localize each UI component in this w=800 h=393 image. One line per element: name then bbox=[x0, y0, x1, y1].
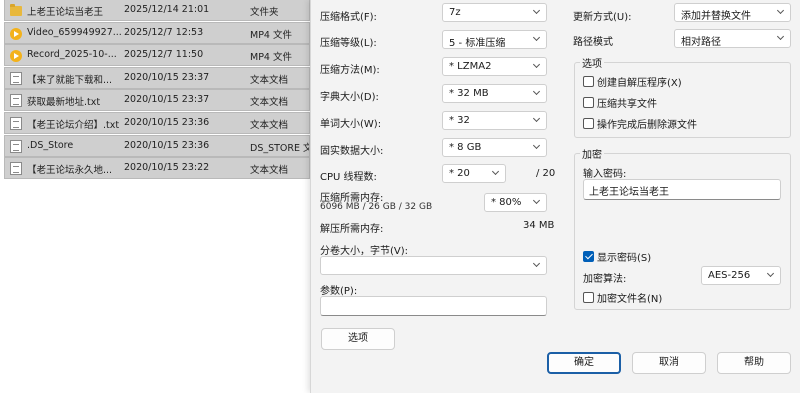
video-file-icon bbox=[10, 50, 22, 63]
path-mode-select[interactable]: 相对路径 bbox=[674, 29, 791, 48]
update-mode-select[interactable]: 添加并替换文件 bbox=[674, 3, 791, 22]
solid-block-size-label: 固实数据大小: bbox=[320, 146, 384, 157]
file-date: 2025/12/7 11:50 bbox=[124, 49, 204, 61]
file-type: DS_STORE 文 bbox=[250, 142, 310, 154]
dictionary-size-select[interactable]: * 32 MB bbox=[442, 84, 547, 103]
cpu-threads-label: CPU 线程数: bbox=[320, 172, 377, 183]
parameters-label: 参数(P): bbox=[320, 286, 358, 297]
encryption-group-title: 加密 bbox=[580, 146, 604, 161]
file-type: MP4 文件 bbox=[250, 29, 292, 41]
file-row[interactable]: 【来了就能下载和... 2020/10/15 23:37 文本文档 bbox=[4, 66, 310, 89]
encryption-method-label: 加密算法: bbox=[583, 274, 627, 285]
text-file-icon bbox=[10, 71, 22, 85]
split-volume-select[interactable] bbox=[320, 256, 547, 275]
compression-level-label: 压缩等级(L): bbox=[320, 38, 377, 49]
compression-method-select[interactable]: * LZMA2 bbox=[442, 57, 547, 76]
file-date: 2020/10/15 23:37 bbox=[124, 71, 210, 83]
file-name: 获取最新地址.txt bbox=[27, 97, 101, 109]
encrypt-filenames-checkbox[interactable]: 加密文件名(N) bbox=[583, 290, 662, 305]
add-to-archive-dialog: 压缩格式(F): 7z 压缩等级(L): 5 - 标准压缩 压缩方法(M): *… bbox=[310, 0, 800, 393]
compression-method-label: 压缩方法(M): bbox=[320, 65, 380, 76]
chevron-down-icon bbox=[491, 167, 500, 176]
file-date: 2020/10/15 23:37 bbox=[124, 94, 210, 106]
password-label: 输入密码: bbox=[583, 169, 627, 180]
memory-decompress-label: 解压所需内存: bbox=[320, 224, 384, 235]
dictionary-size-label: 字典大小(D): bbox=[320, 92, 379, 103]
file-name: Video_659949927... bbox=[27, 26, 122, 38]
file-name: 【老王论坛永久地... bbox=[27, 165, 113, 177]
file-date: 2025/12/14 21:01 bbox=[124, 4, 210, 15]
chevron-down-icon bbox=[766, 269, 775, 278]
compress-shared-checkbox[interactable]: 压缩共享文件 bbox=[583, 95, 657, 110]
file-name: .DS_Store bbox=[27, 139, 74, 151]
file-row[interactable]: 【老王论坛介绍】.txt 2020/10/15 23:36 文本文档 bbox=[4, 112, 310, 134]
archive-format-label: 压缩格式(F): bbox=[320, 12, 377, 23]
split-volume-label: 分卷大小，字节(V): bbox=[320, 246, 409, 257]
file-type: 文本文档 bbox=[250, 120, 289, 131]
chevron-down-icon bbox=[532, 259, 541, 268]
encryption-method-select[interactable]: AES-256 bbox=[701, 266, 781, 285]
parameters-input[interactable] bbox=[320, 296, 547, 316]
word-size-label: 单词大小(W): bbox=[320, 119, 382, 130]
memory-compress-detail: 6096 MB / 26 GB / 32 GB bbox=[320, 202, 433, 212]
file-name: 上老王论坛当老王 bbox=[27, 7, 104, 18]
text-file-icon bbox=[10, 94, 22, 108]
file-row[interactable]: 上老王论坛当老王 2025/12/14 21:01 文件夹 bbox=[4, 0, 310, 21]
file-date: 2020/10/15 23:36 bbox=[124, 117, 210, 128]
cpu-threads-max: / 20 bbox=[536, 168, 556, 179]
chevron-down-icon bbox=[532, 114, 541, 123]
cpu-threads-select[interactable]: * 20 bbox=[442, 164, 506, 183]
help-button[interactable]: 帮助 bbox=[717, 352, 791, 374]
show-password-checkbox[interactable]: 显示密码(S) bbox=[583, 249, 651, 264]
password-input[interactable]: 上老王论坛当老王 bbox=[583, 179, 781, 200]
chevron-down-icon bbox=[532, 60, 541, 69]
options-button[interactable]: 选项 bbox=[321, 328, 395, 350]
update-mode-label: 更新方式(U): bbox=[573, 12, 632, 23]
delete-after-checkbox[interactable]: 操作完成后删除源文件 bbox=[583, 116, 697, 131]
file-date: 2020/10/15 23:36 bbox=[124, 139, 210, 151]
file-name: Record_2025-10-... bbox=[27, 49, 117, 61]
text-file-icon bbox=[10, 162, 22, 176]
file-type: 文本文档 bbox=[250, 97, 289, 109]
file-type: 文本文档 bbox=[250, 165, 289, 177]
file-name: 【老王论坛介绍】.txt bbox=[27, 120, 120, 131]
text-file-icon bbox=[10, 117, 22, 130]
solid-block-size-select[interactable]: * 8 GB bbox=[442, 138, 547, 157]
file-row[interactable]: Record_2025-10-... 2025/12/7 11:50 MP4 文件 bbox=[4, 44, 310, 67]
file-name: 【来了就能下载和... bbox=[27, 74, 113, 86]
archive-format-select[interactable]: 7z bbox=[442, 3, 547, 22]
chevron-down-icon bbox=[776, 32, 785, 41]
cancel-button[interactable]: 取消 bbox=[632, 352, 706, 374]
file-date: 2020/10/15 23:22 bbox=[124, 162, 210, 174]
memory-decompress-value: 34 MB bbox=[523, 220, 555, 231]
folder-icon bbox=[10, 4, 22, 16]
create-sfx-checkbox[interactable]: 创建自解压程序(X) bbox=[583, 74, 682, 89]
file-type: 文件夹 bbox=[250, 7, 279, 18]
file-date: 2025/12/7 12:53 bbox=[124, 26, 204, 38]
file-type: 文本文档 bbox=[250, 74, 289, 86]
memory-usage-select[interactable]: * 80% bbox=[484, 193, 547, 212]
chevron-down-icon bbox=[532, 33, 541, 42]
options-group-title: 选项 bbox=[580, 55, 604, 70]
file-list: 上老王论坛当老王 2025/12/14 21:01 文件夹 Video_6599499… bbox=[0, 0, 310, 393]
file-row[interactable]: .DS_Store 2020/10/15 23:36 DS_STORE 文 bbox=[4, 134, 310, 157]
file-row[interactable]: 获取最新地址.txt 2020/10/15 23:37 文本文档 bbox=[4, 89, 310, 112]
path-mode-label: 路径模式 bbox=[573, 37, 613, 48]
file-row[interactable]: 【老王论坛永久地... 2020/10/15 23:22 文本文档 bbox=[4, 157, 310, 180]
file-type: MP4 文件 bbox=[250, 52, 292, 64]
compression-level-select[interactable]: 5 - 标准压缩 bbox=[442, 30, 547, 49]
chevron-down-icon bbox=[532, 196, 541, 205]
text-file-icon bbox=[10, 139, 22, 153]
chevron-down-icon bbox=[532, 87, 541, 96]
video-file-icon bbox=[10, 27, 22, 40]
chevron-down-icon bbox=[532, 141, 541, 150]
word-size-select[interactable]: * 32 bbox=[442, 111, 547, 130]
file-row[interactable]: Video_659949927... 2025/12/7 12:53 MP4 文件 bbox=[4, 21, 310, 44]
chevron-down-icon bbox=[776, 6, 785, 15]
chevron-down-icon bbox=[532, 6, 541, 15]
ok-button[interactable]: 确定 bbox=[547, 352, 621, 374]
